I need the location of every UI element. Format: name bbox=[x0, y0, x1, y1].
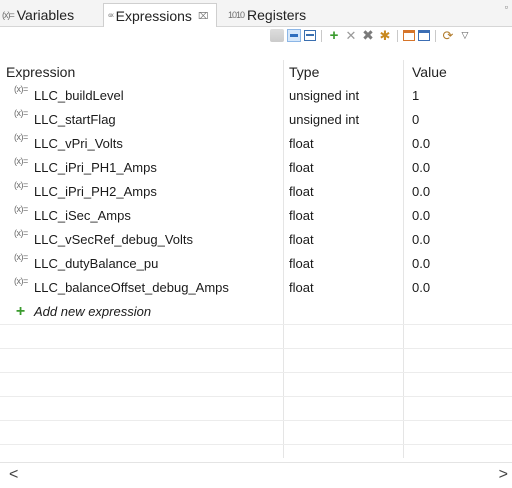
remove-icon[interactable]: ✕ bbox=[344, 29, 358, 42]
expression-value[interactable]: 0.0 bbox=[404, 252, 512, 276]
expression-type: float bbox=[289, 232, 314, 247]
row-divider bbox=[0, 444, 512, 445]
expression-name: LLC_vPri_Volts bbox=[34, 136, 123, 151]
table-row[interactable]: (x)= LLC_iSec_Amps float 0.0 bbox=[0, 204, 512, 228]
row-divider bbox=[0, 420, 512, 421]
table-row[interactable]: (x)= LLC_balanceOffset_debug_Amps float … bbox=[0, 276, 512, 300]
tab-registers[interactable]: 1010 Registers bbox=[228, 3, 306, 26]
close-icon[interactable]: ⌧ bbox=[198, 11, 208, 22]
row-divider bbox=[0, 396, 512, 397]
expression-type: unsigned int bbox=[289, 112, 360, 127]
expression-value[interactable]: 0.0 bbox=[404, 180, 512, 204]
scroll-right-icon[interactable]: > bbox=[499, 467, 508, 483]
expression-type: float bbox=[289, 136, 314, 151]
collapse-all-icon[interactable] bbox=[270, 29, 284, 42]
horizontal-scrollbar[interactable]: < > bbox=[0, 462, 512, 488]
column-header-value[interactable]: Value bbox=[404, 60, 512, 84]
show-type-names-icon[interactable] bbox=[287, 29, 301, 42]
expression-name: LLC_iSec_Amps bbox=[34, 208, 131, 223]
tab-expressions-label: Expressions bbox=[115, 8, 192, 24]
expression-value[interactable]: 1 bbox=[404, 84, 512, 108]
add-expression-icon[interactable]: + bbox=[327, 28, 341, 43]
row-divider bbox=[0, 348, 512, 349]
expressions-icon: ⁶ˣ bbox=[108, 11, 114, 21]
table-header: Expression Type Value bbox=[0, 60, 512, 84]
toolbar-separator bbox=[321, 29, 322, 42]
remove-all-icon[interactable]: ✖ bbox=[361, 28, 375, 42]
minimize-icon[interactable]: ▫ bbox=[505, 2, 508, 12]
table-row[interactable]: (x)= LLC_startFlag unsigned int 0 bbox=[0, 108, 512, 132]
add-expression-label[interactable]: Add new expression bbox=[0, 300, 283, 324]
tab-variables-label: Variables bbox=[16, 6, 75, 23]
expression-value[interactable]: 0.0 bbox=[404, 132, 512, 156]
expression-type: float bbox=[289, 184, 314, 199]
toolbar-separator bbox=[397, 29, 398, 42]
expression-type: float bbox=[289, 160, 314, 175]
row-divider bbox=[0, 372, 512, 373]
table-row[interactable]: (x)= LLC_dutyBalance_pu float 0.0 bbox=[0, 252, 512, 276]
column-header-type[interactable]: Type bbox=[284, 60, 403, 84]
tab-expressions[interactable]: ⁶ˣ Expressions ⌧ bbox=[103, 3, 218, 28]
expression-type: float bbox=[289, 256, 314, 271]
table-row[interactable]: (x)= LLC_vPri_Volts float 0.0 bbox=[0, 132, 512, 156]
expression-name: LLC_startFlag bbox=[34, 112, 116, 127]
refresh-icon[interactable]: ✱ bbox=[378, 29, 392, 42]
table-row[interactable]: (x)= LLC_iPri_PH1_Amps float 0.0 bbox=[0, 156, 512, 180]
tab-variables[interactable]: (x)= Variables bbox=[2, 3, 74, 26]
registers-icon: 1010 bbox=[228, 9, 245, 20]
pin-window-icon[interactable] bbox=[418, 30, 430, 41]
expression-value[interactable]: 0.0 bbox=[404, 204, 512, 228]
view-tab-bar: (x)= Variables ⁶ˣ Expressions ⌧ 1010 Reg… bbox=[0, 0, 512, 28]
scroll-left-icon[interactable]: < bbox=[9, 467, 18, 483]
expression-type: float bbox=[289, 208, 314, 223]
table-row[interactable]: (x)= LLC_iPri_PH2_Amps float 0.0 bbox=[0, 180, 512, 204]
row-divider bbox=[0, 324, 512, 325]
variables-icon: (x)= bbox=[2, 9, 15, 20]
expression-name: LLC_balanceOffset_debug_Amps bbox=[34, 280, 229, 295]
layout-icon[interactable] bbox=[304, 30, 316, 41]
new-window-icon[interactable] bbox=[403, 30, 415, 41]
toolbar-separator bbox=[435, 29, 436, 42]
expression-name: LLC_iPri_PH1_Amps bbox=[34, 160, 157, 175]
tab-registers-label: Registers bbox=[247, 6, 307, 23]
expression-name: LLC_dutyBalance_pu bbox=[34, 256, 159, 271]
expression-value[interactable]: 0.0 bbox=[404, 156, 512, 180]
expression-type: unsigned int bbox=[289, 88, 360, 103]
expression-value[interactable]: 0.0 bbox=[404, 228, 512, 252]
link-icon[interactable]: ⟳ bbox=[441, 29, 455, 42]
expression-type: float bbox=[289, 280, 314, 295]
add-expression-row[interactable]: + Add new expression bbox=[0, 300, 512, 324]
expression-name: LLC_vSecRef_debug_Volts bbox=[34, 232, 194, 247]
table-row[interactable]: (x)= LLC_buildLevel unsigned int 1 bbox=[0, 84, 512, 108]
expressions-toolbar: + ✕ ✖ ✱ ⟳ ▽ bbox=[0, 27, 512, 44]
table-row[interactable]: (x)= LLC_vSecRef_debug_Volts float 0.0 bbox=[0, 228, 512, 252]
expression-name: LLC_iPri_PH2_Amps bbox=[34, 184, 157, 199]
expression-value[interactable]: 0 bbox=[404, 108, 512, 132]
expression-name: LLC_buildLevel bbox=[34, 88, 124, 103]
column-header-expression[interactable]: Expression bbox=[0, 60, 283, 84]
view-menu-icon[interactable]: ▽ bbox=[458, 29, 472, 42]
expression-value[interactable]: 0.0 bbox=[404, 276, 512, 300]
